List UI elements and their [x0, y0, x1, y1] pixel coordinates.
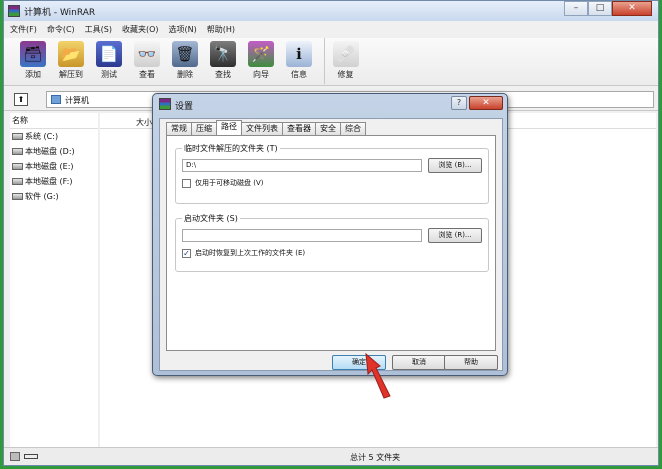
dialog-body: 常规 压缩 路径 文件列表 查看器 安全 综合 临时文件解压的文件夹 (T) D… [159, 118, 503, 371]
find-icon: 🔭 [210, 41, 236, 67]
close-button[interactable]: ✕ [612, 1, 652, 16]
start-folder-input[interactable] [182, 229, 422, 242]
drive-icon [12, 193, 23, 200]
restore-folder-label: 启动时恢复到上次工作的文件夹 (E) [195, 249, 306, 257]
tree-header-name[interactable]: 名称 [10, 113, 98, 129]
title-bar[interactable]: 计算机 - WinRAR – □ ✕ [4, 1, 658, 21]
winrar-dialog-icon [159, 98, 171, 110]
menu-commands[interactable]: 命令(C) [47, 23, 75, 37]
menu-bar: 文件(F) 命令(C) 工具(S) 收藏夹(O) 选项(N) 帮助(H) [4, 23, 658, 37]
tab-viewer[interactable]: 查看器 [282, 122, 316, 135]
temp-folder-label: 临时文件解压的文件夹 (T) [182, 143, 280, 154]
maximize-button[interactable]: □ [588, 1, 612, 16]
delete-icon: 🗑 [172, 41, 198, 67]
status-bar: 总计 5 文件夹 [4, 447, 658, 465]
dialog-title: 设置 [175, 102, 194, 112]
removable-only-checkbox[interactable] [182, 178, 191, 188]
tab-security[interactable]: 安全 [315, 122, 341, 135]
status-text: 总计 5 文件夹 [350, 453, 401, 462]
tab-file-list[interactable]: 文件列表 [241, 122, 283, 135]
start-folder-label: 启动文件夹 (S) [182, 213, 240, 224]
test-button[interactable]: 📄 测试 [90, 38, 128, 84]
wizard-button[interactable]: 🪄 向导 [242, 38, 280, 84]
restore-folder-row[interactable]: ✓ 启动时恢复到上次工作的文件夹 (E) [182, 248, 305, 258]
address-path: 计算机 [65, 96, 89, 105]
drive-tree: 名称 系统 (C:) 本地磁盘 (D:) 本地磁盘 (E:) 本地磁盘 (F:)… [10, 113, 98, 448]
computer-icon [51, 95, 61, 104]
menu-tools[interactable]: 工具(S) [85, 23, 112, 37]
repair-button[interactable]: 🩹 修复 [324, 38, 362, 84]
wizard-icon: 🪄 [248, 41, 274, 67]
extract-to-button[interactable]: 📂 解压到 [52, 38, 90, 84]
test-icon: 📄 [96, 41, 122, 67]
tree-item-drive-d[interactable]: 本地磁盘 (D:) [10, 144, 98, 159]
temp-browse-button[interactable]: 浏览 (B)... [428, 158, 482, 173]
dialog-close-button[interactable]: ✕ [469, 96, 503, 110]
temp-folder-input[interactable]: D:\ [182, 159, 422, 172]
column-size[interactable]: 大小 [136, 117, 152, 128]
tree-item-drive-g[interactable]: 软件 (G:) [10, 189, 98, 204]
key-icon [24, 454, 38, 459]
menu-help[interactable]: 帮助(H) [207, 23, 235, 37]
tree-item-drive-e[interactable]: 本地磁盘 (E:) [10, 159, 98, 174]
paths-tab-panel: 临时文件解压的文件夹 (T) D:\ 浏览 (B)... 仅用于可移动磁盘 (V… [166, 135, 496, 351]
baidu-watermark: Baidu 经验 [508, 408, 628, 432]
window-title: 计算机 - WinRAR [24, 8, 96, 18]
start-folder-group: 启动文件夹 (S) 浏览 (R)... ✓ 启动时恢复到上次工作的文件夹 (E) [175, 213, 489, 272]
tab-integration[interactable]: 综合 [340, 122, 366, 135]
view-button[interactable]: 👓 查看 [128, 38, 166, 84]
add-archive-icon: 🗃 [20, 41, 46, 67]
menu-favorites[interactable]: 收藏夹(O) [122, 23, 159, 37]
up-folder-icon[interactable]: ⬆ [14, 93, 28, 106]
removable-only-row[interactable]: 仅用于可移动磁盘 (V) [182, 178, 263, 188]
menu-file[interactable]: 文件(F) [10, 23, 37, 37]
start-browse-button[interactable]: 浏览 (R)... [428, 228, 482, 243]
tab-general[interactable]: 常规 [166, 122, 192, 135]
drive-icon [12, 163, 23, 170]
settings-dialog: 设置 ? ✕ 常规 压缩 路径 文件列表 查看器 安全 综合 临时文件解压的文件… [152, 93, 508, 376]
info-button[interactable]: ℹ 信息 [280, 38, 318, 84]
settings-tabs: 常规 压缩 路径 文件列表 查看器 安全 综合 [166, 120, 366, 136]
baidu-watermark-url: jingyan.baidu.com [540, 430, 624, 440]
temp-folder-group: 临时文件解压的文件夹 (T) D:\ 浏览 (B)... 仅用于可移动磁盘 (V… [175, 143, 489, 204]
repair-icon: 🩹 [332, 41, 359, 67]
winrar-app-icon [8, 5, 20, 17]
removable-only-label: 仅用于可移动磁盘 (V) [195, 179, 264, 187]
find-button[interactable]: 🔭 查找 [204, 38, 242, 84]
drive-icon [12, 148, 23, 155]
extract-icon: 📂 [58, 41, 84, 67]
minimize-button[interactable]: – [564, 1, 588, 16]
add-button[interactable]: 🗃 添加 [14, 38, 52, 84]
toolbar: 🗃 添加 📂 解压到 📄 测试 👓 查看 🗑 删除 🔭 查找 🪄 向导 ℹ 信息… [4, 38, 658, 86]
info-icon: ℹ [286, 41, 312, 67]
tree-item-drive-f[interactable]: 本地磁盘 (F:) [10, 174, 98, 189]
view-icon: 👓 [134, 41, 160, 67]
tab-paths[interactable]: 路径 [216, 120, 242, 135]
drive-icon [12, 133, 23, 140]
help-button[interactable]: 帮助 [444, 355, 498, 370]
drive-icon [12, 178, 23, 185]
restore-folder-checkbox[interactable]: ✓ [182, 248, 191, 258]
tree-item-drive-c[interactable]: 系统 (C:) [10, 129, 98, 144]
cancel-button[interactable]: 取消 [392, 355, 446, 370]
red-arrow-annotation [365, 352, 391, 399]
menu-options[interactable]: 选项(N) [169, 23, 197, 37]
dialog-help-button[interactable]: ? [451, 96, 467, 110]
delete-button[interactable]: 🗑 删除 [166, 38, 204, 84]
drive-status-icon [10, 452, 20, 461]
tab-compression[interactable]: 压缩 [191, 122, 217, 135]
